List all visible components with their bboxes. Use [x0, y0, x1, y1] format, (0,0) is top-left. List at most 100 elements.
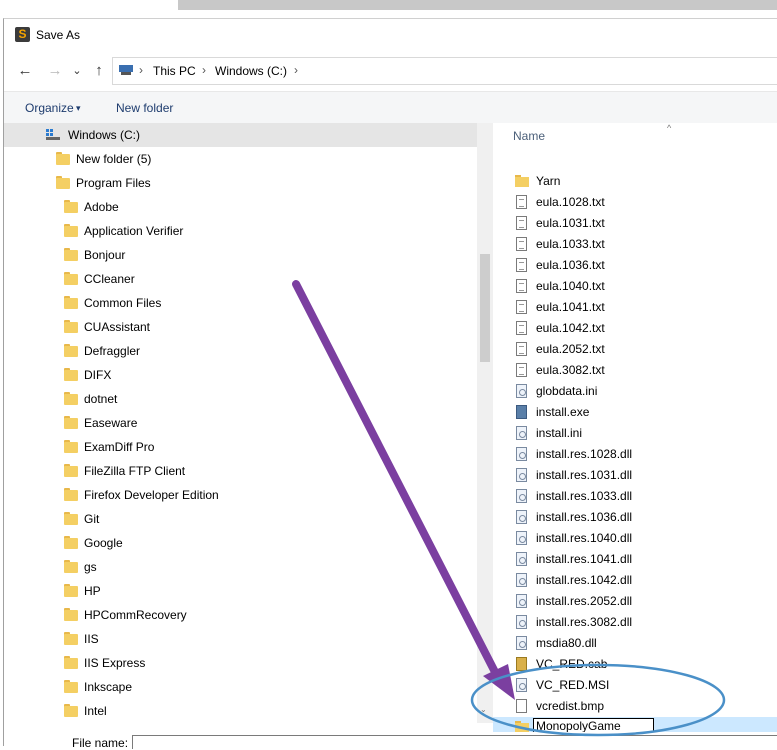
tree-item[interactable]: Common Files [4, 291, 477, 315]
file-row[interactable]: eula.1040.txt [493, 276, 777, 297]
up-arrow-icon[interactable]: ↑ [90, 62, 108, 79]
folder-icon [64, 656, 78, 669]
file-name: install.exe [536, 405, 590, 419]
dll-file-icon [516, 615, 527, 629]
tree-item[interactable]: FileZilla FTP Client [4, 459, 477, 483]
file-row[interactable]: vcredist.bmp [493, 696, 777, 717]
tree-item[interactable]: IIS [4, 627, 477, 651]
file-row[interactable]: install.res.3082.dll [493, 612, 777, 633]
file-row[interactable]: eula.1041.txt [493, 297, 777, 318]
tree-item-label: CUAssistant [84, 320, 151, 334]
file-row[interactable]: install.res.1041.dll [493, 549, 777, 570]
file-row[interactable]: install.res.2052.dll [493, 591, 777, 612]
recent-locations-chevron-icon[interactable]: ⌄ [68, 64, 86, 77]
file-row[interactable]: install.res.1031.dll [493, 465, 777, 486]
file-row[interactable]: VC_RED.cab [493, 654, 777, 675]
folder-icon [64, 368, 78, 381]
dll-file-icon [516, 636, 527, 650]
folder-icon [64, 440, 78, 453]
tree-item[interactable]: New folder (5) [4, 147, 477, 171]
breadcrumb-windows-c[interactable]: Windows (C:) [215, 64, 287, 78]
tree-item[interactable]: HPCommRecovery [4, 603, 477, 627]
tree-item-label: Easeware [84, 416, 138, 430]
file-row[interactable]: msdia80.dll [493, 633, 777, 654]
tree-item[interactable]: IIS Express [4, 651, 477, 675]
tree-item[interactable]: Intel [4, 699, 477, 723]
back-arrow-icon[interactable]: ← [16, 62, 34, 79]
file-row[interactable]: VC_RED.MSI [493, 675, 777, 696]
tree-item-label: Application Verifier [84, 224, 184, 238]
tree-item[interactable]: CUAssistant [4, 315, 477, 339]
tree-item[interactable]: CCleaner [4, 267, 477, 291]
folder-icon [64, 248, 78, 261]
exe-file-icon [516, 405, 527, 419]
folder-icon [56, 152, 70, 165]
tree-item[interactable]: gs [4, 555, 477, 579]
file-name: VC_RED.MSI [536, 678, 610, 692]
folder-icon [64, 488, 78, 501]
file-row[interactable]: install.res.1033.dll [493, 486, 777, 507]
save-as-dialog: S Save As ← → ⌄ ↑ › This PC › Windows (C… [3, 18, 777, 750]
file-row[interactable]: install.res.1028.dll [493, 444, 777, 465]
file-row[interactable]: eula.1033.txt [493, 234, 777, 255]
file-row[interactable]: eula.2052.txt [493, 339, 777, 360]
address-bar[interactable]: › This PC › Windows (C:) › [112, 57, 777, 85]
tree-item[interactable]: Firefox Developer Edition [4, 483, 477, 507]
tree-item[interactable]: Inkscape [4, 675, 477, 699]
tree-item[interactable]: Adobe [4, 195, 477, 219]
file-row[interactable]: globdata.ini [493, 381, 777, 402]
file-row[interactable]: eula.3082.txt [493, 360, 777, 381]
tree-item[interactable]: Easeware [4, 411, 477, 435]
file-name: msdia80.dll [536, 636, 597, 650]
file-row[interactable]: install.res.1040.dll [493, 528, 777, 549]
folder-icon [64, 392, 78, 405]
dll-file-icon [516, 594, 527, 608]
tree-item[interactable]: Bonjour [4, 243, 477, 267]
name-column-header[interactable]: Name [513, 129, 545, 143]
scrollbar-thumb[interactable] [480, 254, 490, 362]
folder-icon [64, 344, 78, 357]
tree-item[interactable]: ExamDiff Pro [4, 435, 477, 459]
tree-item[interactable]: DIFX [4, 363, 477, 387]
file-row[interactable]: install.res.1042.dll [493, 570, 777, 591]
file-name: install.res.1041.dll [536, 552, 633, 566]
file-row[interactable]: eula.1036.txt [493, 255, 777, 276]
tree-item-windows-c[interactable]: Windows (C:) [4, 123, 477, 147]
organize-caret-icon[interactable]: ▾ [76, 103, 81, 114]
tree-item[interactable]: Google [4, 531, 477, 555]
folder-icon [64, 608, 78, 621]
title-bar: S Save As [4, 19, 777, 51]
breadcrumb-this-pc[interactable]: This PC [153, 64, 196, 78]
tree-item-label: HPCommRecovery [84, 608, 187, 622]
new-folder-button[interactable]: New folder [116, 101, 173, 115]
tree-item-label: Intel [84, 704, 107, 718]
file-name: eula.1042.txt [536, 321, 605, 335]
background-window-bar [178, 0, 777, 10]
breadcrumb-separator[interactable]: › [294, 63, 298, 77]
tree-item-label: Git [84, 512, 100, 526]
file-row[interactable]: eula.1028.txt [493, 192, 777, 213]
file-row[interactable]: install.exe [493, 402, 777, 423]
scroll-down-arrow-icon[interactable]: ⌄ [480, 705, 487, 714]
tree-item[interactable]: dotnet [4, 387, 477, 411]
file-row[interactable]: eula.1031.txt [493, 213, 777, 234]
navigation-tree-pane: Windows (C:) New folder (5) Program Files… [4, 123, 477, 746]
tree-item[interactable]: HP [4, 579, 477, 603]
dll-file-icon [516, 531, 527, 545]
tree-scrollbar[interactable]: ⌄ [477, 123, 493, 723]
tree-item[interactable]: Git [4, 507, 477, 531]
msi-file-icon [516, 678, 527, 692]
organize-button[interactable]: Organize [25, 101, 74, 115]
cab-file-icon [516, 657, 527, 671]
tree-item[interactable]: Application Verifier [4, 219, 477, 243]
file-row[interactable]: install.ini [493, 423, 777, 444]
file-name-input[interactable] [132, 735, 777, 749]
tree-item[interactable]: Defraggler [4, 339, 477, 363]
file-name: install.res.1031.dll [536, 468, 633, 482]
file-row[interactable]: eula.1042.txt [493, 318, 777, 339]
tree-item-label: IIS [84, 632, 99, 646]
file-row[interactable]: Yarn [493, 171, 777, 192]
forward-arrow-icon[interactable]: → [46, 62, 64, 79]
tree-item[interactable]: Program Files [4, 171, 477, 195]
file-row[interactable]: install.res.1036.dll [493, 507, 777, 528]
